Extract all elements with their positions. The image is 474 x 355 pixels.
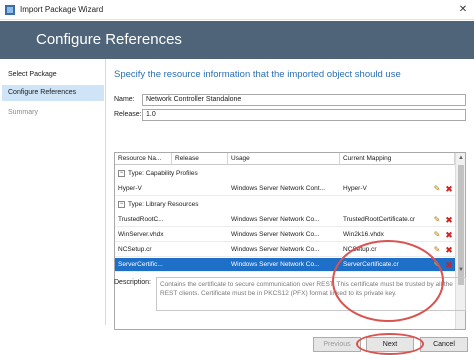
group-row-library-resources: − Type: Library Resources: [115, 199, 455, 211]
scroll-up-icon[interactable]: ▲: [456, 153, 465, 163]
delete-x-icon[interactable]: ✖: [444, 184, 454, 194]
description-label: Description:: [114, 279, 151, 286]
collapse-icon[interactable]: −: [118, 169, 125, 177]
table-row-selected[interactable]: ServerCertific... Windows Server Network…: [115, 258, 455, 272]
main-panel: Specify the resource information that th…: [106, 59, 474, 330]
table-row[interactable]: TrustedRootC... Windows Server Network C…: [115, 213, 455, 227]
table-row[interactable]: Hyper-V Windows Server Network Cont... H…: [115, 182, 455, 196]
release-label: Release:: [114, 111, 142, 118]
sidebar-item-summary: Summary: [8, 109, 38, 116]
group-row-capability-profiles: − Type: Capability Profiles: [115, 168, 455, 180]
edit-pencil-icon[interactable]: ✎: [432, 230, 442, 240]
sidebar-item-select-package[interactable]: Select Package: [2, 67, 104, 83]
cell-usage: Windows Server Network Cont...: [231, 185, 325, 192]
delete-x-icon[interactable]: ✖: [444, 245, 454, 255]
description-text: Contains the certificate to secure commu…: [156, 277, 466, 311]
cell-current-mapping: Hyper-V: [343, 185, 367, 192]
delete-x-icon[interactable]: ✖: [444, 260, 454, 270]
cell-resource-name: ServerCertific...: [118, 261, 163, 268]
previous-button[interactable]: Previous: [313, 337, 361, 352]
cell-resource-name: TrustedRootC...: [118, 216, 164, 223]
close-icon[interactable]: ✕: [456, 3, 470, 17]
column-header-release[interactable]: Release: [172, 153, 228, 165]
cell-usage: Windows Server Network Co...: [231, 261, 320, 268]
edit-pencil-icon[interactable]: ✎: [432, 260, 442, 270]
cell-resource-name: WinServer.vhdx: [118, 231, 164, 238]
table-row[interactable]: WinServer.vhdx Windows Server Network Co…: [115, 228, 455, 242]
delete-x-icon[interactable]: ✖: [444, 215, 454, 225]
release-field[interactable]: 1.0: [142, 109, 466, 121]
group-label: Type: Capability Profiles: [128, 170, 198, 177]
cell-usage: Windows Server Network Co...: [231, 246, 320, 253]
cell-usage: Windows Server Network Co...: [231, 231, 320, 238]
cell-resource-name: NCSetup.cr: [118, 246, 152, 253]
edit-pencil-icon[interactable]: ✎: [432, 215, 442, 225]
wizard-banner: Configure References: [0, 21, 474, 59]
wizard-app-icon: [5, 5, 15, 15]
cell-usage: Windows Server Network Co...: [231, 216, 320, 223]
scroll-down-icon[interactable]: ▼: [456, 265, 465, 275]
wizard-footer: Previous Next Cancel: [0, 330, 474, 355]
name-label: Name:: [114, 96, 135, 103]
section-heading: Specify the resource information that th…: [114, 69, 401, 80]
collapse-icon[interactable]: −: [118, 200, 125, 208]
wizard-steps-sidebar: Select Package Configure References Summ…: [0, 59, 106, 325]
page-title: Configure References: [36, 31, 182, 48]
column-header-usage[interactable]: Usage: [228, 153, 340, 165]
cell-current-mapping: NCSetup.cr: [343, 246, 377, 253]
group-label: Type: Library Resources: [128, 201, 199, 208]
window-title: Import Package Wizard: [20, 5, 104, 14]
cell-current-mapping: ServerCertificate.cr: [343, 261, 399, 268]
sidebar-item-configure-references[interactable]: Configure References: [2, 85, 104, 101]
cell-resource-name: Hyper-V: [118, 185, 142, 192]
edit-pencil-icon[interactable]: ✎: [432, 245, 442, 255]
name-field[interactable]: Network Controller Standalone: [142, 94, 466, 106]
table-row[interactable]: NCSetup.cr Windows Server Network Co... …: [115, 243, 455, 257]
edit-pencil-icon[interactable]: ✎: [432, 184, 442, 194]
cancel-button[interactable]: Cancel: [420, 337, 468, 352]
grid-header: Resource Na... Release Usage Current Map…: [115, 153, 455, 165]
next-button[interactable]: Next: [366, 337, 414, 352]
cell-current-mapping: TrustedRootCertificate.cr: [343, 216, 416, 223]
column-header-current-mapping[interactable]: Current Mapping: [340, 153, 455, 165]
delete-x-icon[interactable]: ✖: [444, 230, 454, 240]
title-bar: Import Package Wizard ✕: [0, 0, 474, 20]
column-header-resource-name[interactable]: Resource Na...: [115, 153, 172, 165]
cell-current-mapping: Win2k16.vhdx: [343, 231, 384, 238]
